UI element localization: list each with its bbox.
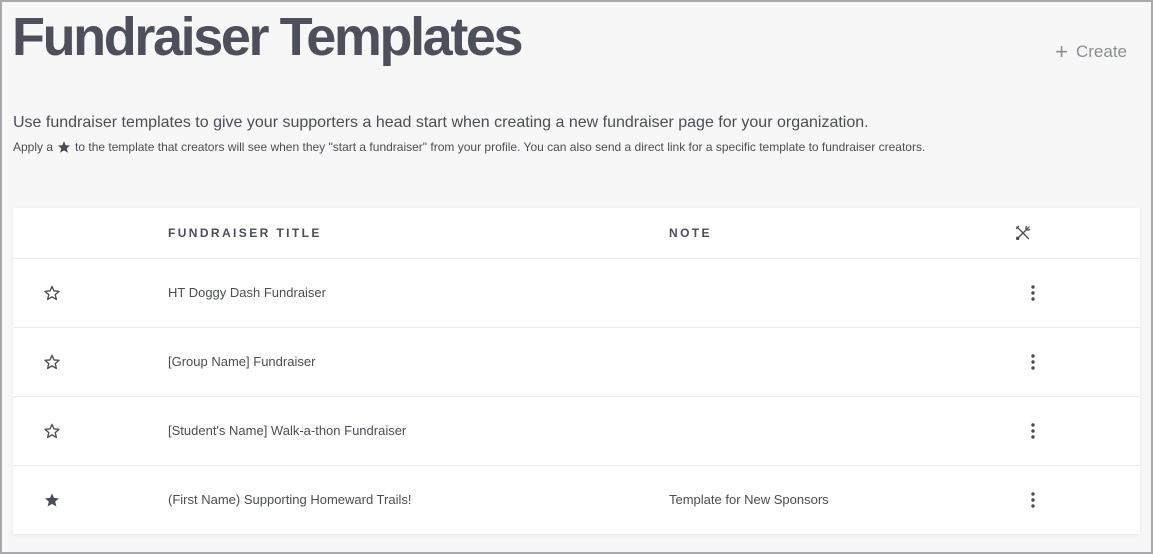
row-title: [Student's Name] Walk-a-thon Fundraiser bbox=[168, 423, 407, 438]
table-row[interactable]: (First Name) Supporting Homeward Trails!… bbox=[13, 466, 1140, 534]
star-filled-icon[interactable] bbox=[44, 492, 60, 508]
table-row[interactable]: [Group Name] Fundraiser bbox=[13, 328, 1140, 397]
plus-icon: + bbox=[1055, 39, 1068, 64]
vertical-ellipsis-icon[interactable] bbox=[1025, 352, 1041, 372]
table-row[interactable]: [Student's Name] Walk-a-thon Fundraiser bbox=[13, 397, 1140, 466]
vertical-ellipsis-icon[interactable] bbox=[1025, 283, 1041, 303]
vertical-ellipsis-icon[interactable] bbox=[1025, 421, 1041, 441]
page-title: Fundraiser Templates bbox=[12, 7, 524, 67]
star-outline-icon[interactable] bbox=[44, 285, 60, 301]
star-outline-icon[interactable] bbox=[44, 354, 60, 370]
table-row[interactable]: HT Doggy Dash Fundraiser bbox=[13, 259, 1140, 328]
row-note: Template for New Sponsors bbox=[669, 492, 829, 507]
hint-text-after: to the template that creators will see w… bbox=[75, 140, 926, 154]
row-title: (First Name) Supporting Homeward Trails! bbox=[168, 492, 412, 507]
page-hint: Apply a to the template that creators wi… bbox=[13, 140, 925, 154]
hint-text-before: Apply a bbox=[13, 140, 54, 154]
create-label: Create bbox=[1075, 42, 1127, 61]
row-title: HT Doggy Dash Fundraiser bbox=[168, 285, 326, 300]
row-title: [Group Name] Fundraiser bbox=[168, 354, 316, 369]
column-header-title: Fundraiser Title bbox=[168, 226, 322, 240]
vertical-ellipsis-icon[interactable] bbox=[1025, 490, 1041, 510]
tools-icon bbox=[1015, 225, 1031, 241]
star-filled-icon bbox=[57, 140, 71, 154]
create-button[interactable]: + Create bbox=[1055, 39, 1127, 64]
column-header-note: Note bbox=[669, 226, 712, 240]
star-outline-icon[interactable] bbox=[44, 423, 60, 439]
page-subtitle: Use fundraiser templates to give your su… bbox=[13, 114, 869, 131]
table-header: Fundraiser Title Note bbox=[13, 208, 1140, 259]
templates-table: Fundraiser Title Note HT Doggy Dash Fund… bbox=[13, 208, 1140, 534]
